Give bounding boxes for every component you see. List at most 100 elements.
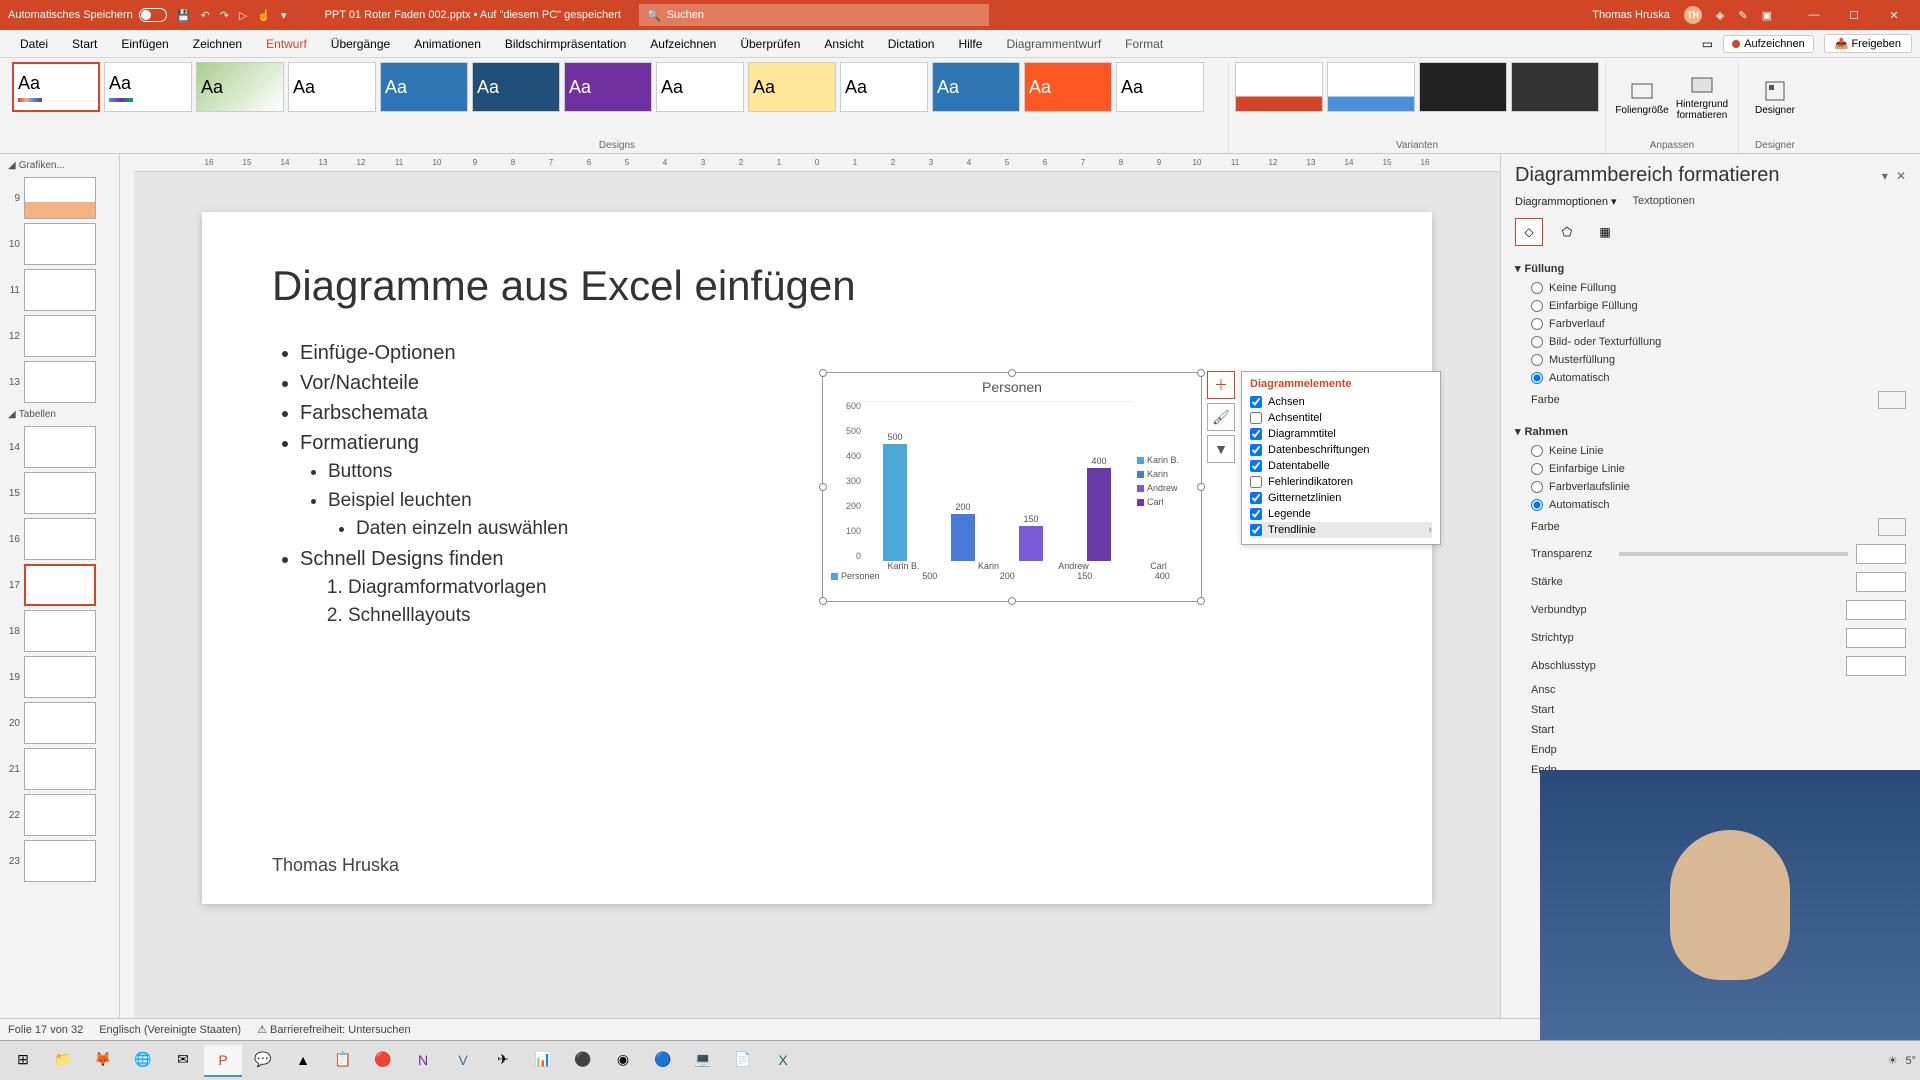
- slide-thumb-19[interactable]: [24, 656, 96, 698]
- status-lang[interactable]: Englisch (Vereinigte Staaten): [99, 1024, 241, 1036]
- slide-thumb-17[interactable]: [24, 564, 96, 606]
- variant-thumb[interactable]: [1327, 62, 1415, 112]
- search-input[interactable]: 🔍 Suchen: [639, 4, 989, 26]
- tab-ansicht[interactable]: Ansicht: [812, 30, 875, 58]
- undo-icon[interactable]: ↶: [200, 9, 209, 22]
- tab-zeichnen[interactable]: Zeichnen: [181, 30, 254, 58]
- visio-icon[interactable]: V: [444, 1045, 482, 1077]
- slide-thumb-21[interactable]: [24, 748, 96, 790]
- variant-gallery[interactable]: [1235, 62, 1599, 112]
- fill-opt-2[interactable]: Farbverlauf: [1515, 315, 1906, 333]
- cap-dd[interactable]: [1846, 656, 1906, 676]
- tab-start[interactable]: Start: [60, 30, 109, 58]
- app4-icon[interactable]: 📊: [524, 1045, 562, 1077]
- chart-bars[interactable]: 500200150400: [861, 401, 1133, 561]
- tab-bildschirm[interactable]: Bildschirmpräsentation: [493, 30, 638, 58]
- tab-einfuegen[interactable]: Einfügen: [109, 30, 180, 58]
- slide-thumb-12[interactable]: [24, 315, 96, 357]
- border-opt-1[interactable]: Einfarbige Linie: [1515, 460, 1906, 478]
- chart-title[interactable]: Personen: [823, 373, 1201, 401]
- tab-animationen[interactable]: Animationen: [402, 30, 493, 58]
- slide-title[interactable]: Diagramme aus Excel einfügen: [272, 262, 1362, 310]
- minimize-button[interactable]: —: [1796, 9, 1832, 22]
- fill-opt-4[interactable]: Musterfüllung: [1515, 351, 1906, 369]
- collapse-ribbon-icon[interactable]: ▭: [1702, 37, 1713, 51]
- close-button[interactable]: ✕: [1876, 9, 1912, 22]
- section-tabellen[interactable]: ◢ Tabellen: [4, 407, 115, 422]
- share-button[interactable]: 📤 Freigeben: [1824, 34, 1912, 53]
- tab-dictation[interactable]: Dictation: [876, 30, 947, 58]
- chart-object[interactable]: Personen 6005004003002001000 50020015040…: [822, 372, 1202, 602]
- record-button[interactable]: Aufzeichnen: [1723, 35, 1814, 53]
- save-icon[interactable]: 💾: [177, 9, 191, 22]
- tab-datei[interactable]: Datei: [8, 30, 60, 58]
- theme-thumb[interactable]: Aa: [1116, 62, 1204, 112]
- chart-element-datenbeschriftungen[interactable]: Datenbeschriftungen: [1250, 442, 1432, 458]
- theme-gallery[interactable]: Aa Aa Aa Aa Aa Aa Aa Aa Aa Aa Aa Aa Aa: [12, 62, 1222, 134]
- size-icon[interactable]: ▦: [1591, 218, 1619, 246]
- pane-tab-chart-options[interactable]: Diagrammoptionen ▾: [1515, 195, 1617, 208]
- touch-icon[interactable]: ☝: [257, 9, 271, 22]
- app6-icon[interactable]: 🔵: [644, 1045, 682, 1077]
- slide-size-button[interactable]: Foliengröße: [1612, 62, 1672, 132]
- border-section[interactable]: ▾ Rahmen: [1515, 421, 1906, 442]
- slide-thumb-13[interactable]: [24, 361, 96, 403]
- slide-thumb-23[interactable]: [24, 840, 96, 882]
- variant-thumb[interactable]: [1511, 62, 1599, 112]
- border-opt-3[interactable]: Automatisch: [1515, 496, 1906, 514]
- slide-thumb-9[interactable]: [24, 177, 96, 219]
- tab-uebergaenge[interactable]: Übergänge: [319, 30, 402, 58]
- chart-element-trendlinie[interactable]: Trendlinie›: [1250, 522, 1432, 538]
- firefox-icon[interactable]: 🦊: [84, 1045, 122, 1077]
- transparency-slider[interactable]: [1619, 552, 1848, 556]
- qat-dd[interactable]: ▾: [281, 9, 287, 22]
- thumbnail-panel[interactable]: ◢ Grafiken... 9 10 11 12 13 ◢ Tabellen 1…: [0, 154, 120, 1018]
- obs-icon[interactable]: ⚫: [564, 1045, 602, 1077]
- start-menu-icon[interactable]: ⊞: [4, 1045, 42, 1077]
- chrome-icon[interactable]: 🌐: [124, 1045, 162, 1077]
- slide-canvas[interactable]: Diagramme aus Excel einfügen Einfüge-Opt…: [202, 212, 1432, 904]
- slide-thumb-18[interactable]: [24, 610, 96, 652]
- pane-dropdown-icon[interactable]: ▾: [1882, 169, 1888, 183]
- app2-icon[interactable]: 📋: [324, 1045, 362, 1077]
- chart-elements-popup[interactable]: Diagrammelemente AchsenAchsentitelDiagra…: [1241, 371, 1441, 545]
- theme-thumb[interactable]: Aa: [12, 62, 100, 112]
- excel-icon[interactable]: X: [764, 1045, 802, 1077]
- tab-ueberpruefen[interactable]: Überprüfen: [728, 30, 812, 58]
- tab-entwurf[interactable]: Entwurf: [254, 30, 319, 58]
- fill-opt-5[interactable]: Automatisch: [1515, 369, 1906, 387]
- vlc-icon[interactable]: ▲: [284, 1045, 322, 1077]
- theme-thumb[interactable]: Aa: [288, 62, 376, 112]
- variant-thumb[interactable]: [1235, 62, 1323, 112]
- theme-thumb[interactable]: Aa: [1024, 62, 1112, 112]
- fill-opt-3[interactable]: Bild- oder Texturfüllung: [1515, 333, 1906, 351]
- app5-icon[interactable]: ◉: [604, 1045, 642, 1077]
- telegram-icon[interactable]: ✈: [484, 1045, 522, 1077]
- app7-icon[interactable]: 💻: [684, 1045, 722, 1077]
- start-icon[interactable]: ▷: [239, 9, 247, 22]
- slide-thumb-10[interactable]: [24, 223, 96, 265]
- taskbar[interactable]: ⊞ 📁 🦊 🌐 ✉ P 💬 ▲ 📋 🔴 N V ✈ 📊 ⚫ ◉ 🔵 💻 📄 X …: [0, 1040, 1920, 1080]
- theme-thumb[interactable]: Aa: [104, 62, 192, 112]
- pane-close-icon[interactable]: ✕: [1896, 169, 1906, 183]
- explorer-icon[interactable]: 📁: [44, 1045, 82, 1077]
- window-icon[interactable]: ▣: [1762, 9, 1772, 22]
- user-name[interactable]: Thomas Hruska: [1592, 9, 1670, 21]
- app8-icon[interactable]: 📄: [724, 1045, 762, 1077]
- theme-thumb[interactable]: Aa: [472, 62, 560, 112]
- chart-element-datentabelle[interactable]: Datentabelle: [1250, 458, 1432, 474]
- redo-icon[interactable]: ↷: [220, 9, 229, 22]
- slide-thumb-11[interactable]: [24, 269, 96, 311]
- eyedropper-icon[interactable]: ✎: [1738, 9, 1747, 22]
- avatar[interactable]: TH: [1684, 6, 1702, 24]
- fill-opt-0[interactable]: Keine Füllung: [1515, 279, 1906, 297]
- theme-thumb[interactable]: Aa: [748, 62, 836, 112]
- tab-diagrammentwurf[interactable]: Diagrammentwurf: [994, 30, 1113, 58]
- chart-element-diagrammtitel[interactable]: Diagrammtitel: [1250, 426, 1432, 442]
- chart-styles-button[interactable]: 🖌: [1207, 403, 1235, 431]
- app3-icon[interactable]: 🔴: [364, 1045, 402, 1077]
- powerpoint-icon[interactable]: P: [204, 1045, 242, 1077]
- slide-thumb-15[interactable]: [24, 472, 96, 514]
- slide-editor[interactable]: 1615141312111098765432101234567891011121…: [134, 154, 1500, 1018]
- chart-element-fehlerindikatoren[interactable]: Fehlerindikatoren: [1250, 474, 1432, 490]
